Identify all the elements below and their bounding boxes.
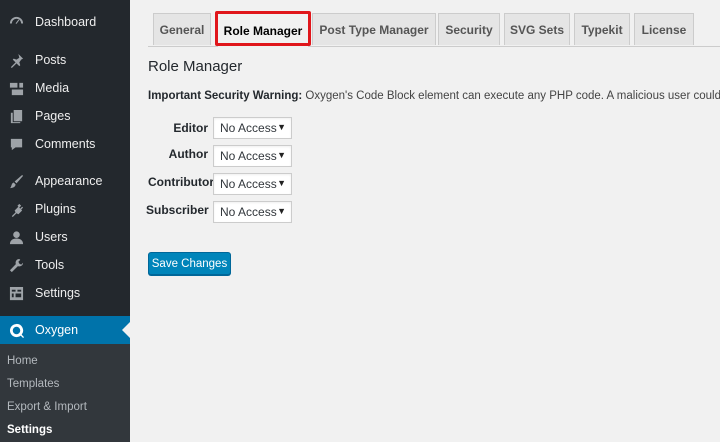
sidebar-item-label: Oxygen xyxy=(35,323,79,337)
role-select-subscriber[interactable]: No Access ▼ xyxy=(213,201,292,223)
tab-svg-sets[interactable]: SVG Sets xyxy=(504,13,570,45)
sidebar-item-label: Appearance xyxy=(35,174,103,188)
tab-highlight-box xyxy=(215,11,311,46)
submenu-item-settings[interactable]: Settings xyxy=(7,424,52,436)
role-select-author[interactable]: No Access ▼ xyxy=(213,145,292,167)
sidebar-item-plugins[interactable]: Plugins xyxy=(0,195,130,223)
submenu-item-export-import[interactable]: Export & Import xyxy=(7,401,87,413)
user-icon xyxy=(8,229,24,245)
role-label-editor: Editor xyxy=(173,121,208,135)
sidebar-item-dashboard[interactable]: Dashboard xyxy=(0,8,130,36)
role-label-author: Author xyxy=(168,147,208,161)
chevron-down-icon: ▼ xyxy=(277,122,286,132)
sidebar-item-label: Tools xyxy=(35,258,65,272)
sidebar-item-label: Dashboard xyxy=(35,15,97,29)
sidebar-item-media[interactable]: Media xyxy=(0,74,130,102)
comment-icon xyxy=(8,136,24,152)
select-value: No Access xyxy=(220,177,277,191)
pin-icon xyxy=(8,52,24,68)
sidebar-item-label: Pages xyxy=(35,109,71,123)
save-changes-button[interactable]: Save Changes xyxy=(148,252,231,275)
admin-sidebar: Dashboard Posts Media Pages Comments App… xyxy=(0,0,130,442)
role-label-subscriber: Subscriber xyxy=(146,203,209,217)
warning-label: Important Security Warning: xyxy=(148,90,303,102)
role-select-contributor[interactable]: No Access ▼ xyxy=(213,173,292,195)
sidebar-item-label: Users xyxy=(35,230,68,244)
chevron-down-icon: ▼ xyxy=(277,206,286,216)
active-menu-arrow xyxy=(122,322,130,338)
tab-license[interactable]: License xyxy=(634,13,694,45)
sidebar-item-label: Posts xyxy=(35,53,67,67)
tab-typekit[interactable]: Typekit xyxy=(574,13,630,45)
sidebar-item-label: Comments xyxy=(35,137,96,151)
sidebar-item-tools[interactable]: Tools xyxy=(0,251,130,279)
page-title: Role Manager xyxy=(148,58,243,75)
role-select-editor[interactable]: No Access ▼ xyxy=(213,117,292,139)
select-value: No Access xyxy=(220,149,277,163)
chevron-down-icon: ▼ xyxy=(277,178,286,188)
settings-icon xyxy=(8,285,24,301)
sidebar-item-pages[interactable]: Pages xyxy=(0,102,130,130)
plug-icon xyxy=(8,201,24,217)
oxygen-submenu: Home Templates Export & Import Settings xyxy=(0,344,130,442)
sidebar-item-label: Media xyxy=(35,81,70,95)
security-warning: Important Security Warning: Oxygen's Cod… xyxy=(148,90,720,102)
submenu-item-templates[interactable]: Templates xyxy=(7,378,59,390)
pages-icon xyxy=(8,108,24,124)
select-value: No Access xyxy=(220,121,277,135)
tab-security[interactable]: Security xyxy=(438,13,500,45)
chevron-down-icon: ▼ xyxy=(277,150,286,160)
sidebar-item-comments[interactable]: Comments xyxy=(0,130,130,158)
sidebar-item-label: Settings xyxy=(35,286,81,300)
sidebar-item-label: Plugins xyxy=(35,202,76,216)
dashboard-icon xyxy=(8,14,24,30)
sidebar-item-users[interactable]: Users xyxy=(0,223,130,251)
warning-text: Oxygen's Code Block element can execute … xyxy=(305,90,720,102)
oxygen-icon xyxy=(8,322,24,338)
sidebar-item-settings[interactable]: Settings xyxy=(0,279,130,307)
sidebar-item-oxygen[interactable]: Oxygen xyxy=(0,316,130,344)
role-label-contributor: Contributor xyxy=(148,175,214,189)
sidebar-item-appearance[interactable]: Appearance xyxy=(0,167,130,195)
tab-post-type-manager[interactable]: Post Type Manager xyxy=(312,13,436,45)
select-value: No Access xyxy=(220,205,277,219)
brush-icon xyxy=(8,173,24,189)
wrench-icon xyxy=(8,257,24,273)
sidebar-item-posts[interactable]: Posts xyxy=(0,46,130,74)
media-icon xyxy=(8,80,24,96)
submenu-item-home[interactable]: Home xyxy=(7,355,38,367)
tab-general[interactable]: General xyxy=(153,13,211,45)
